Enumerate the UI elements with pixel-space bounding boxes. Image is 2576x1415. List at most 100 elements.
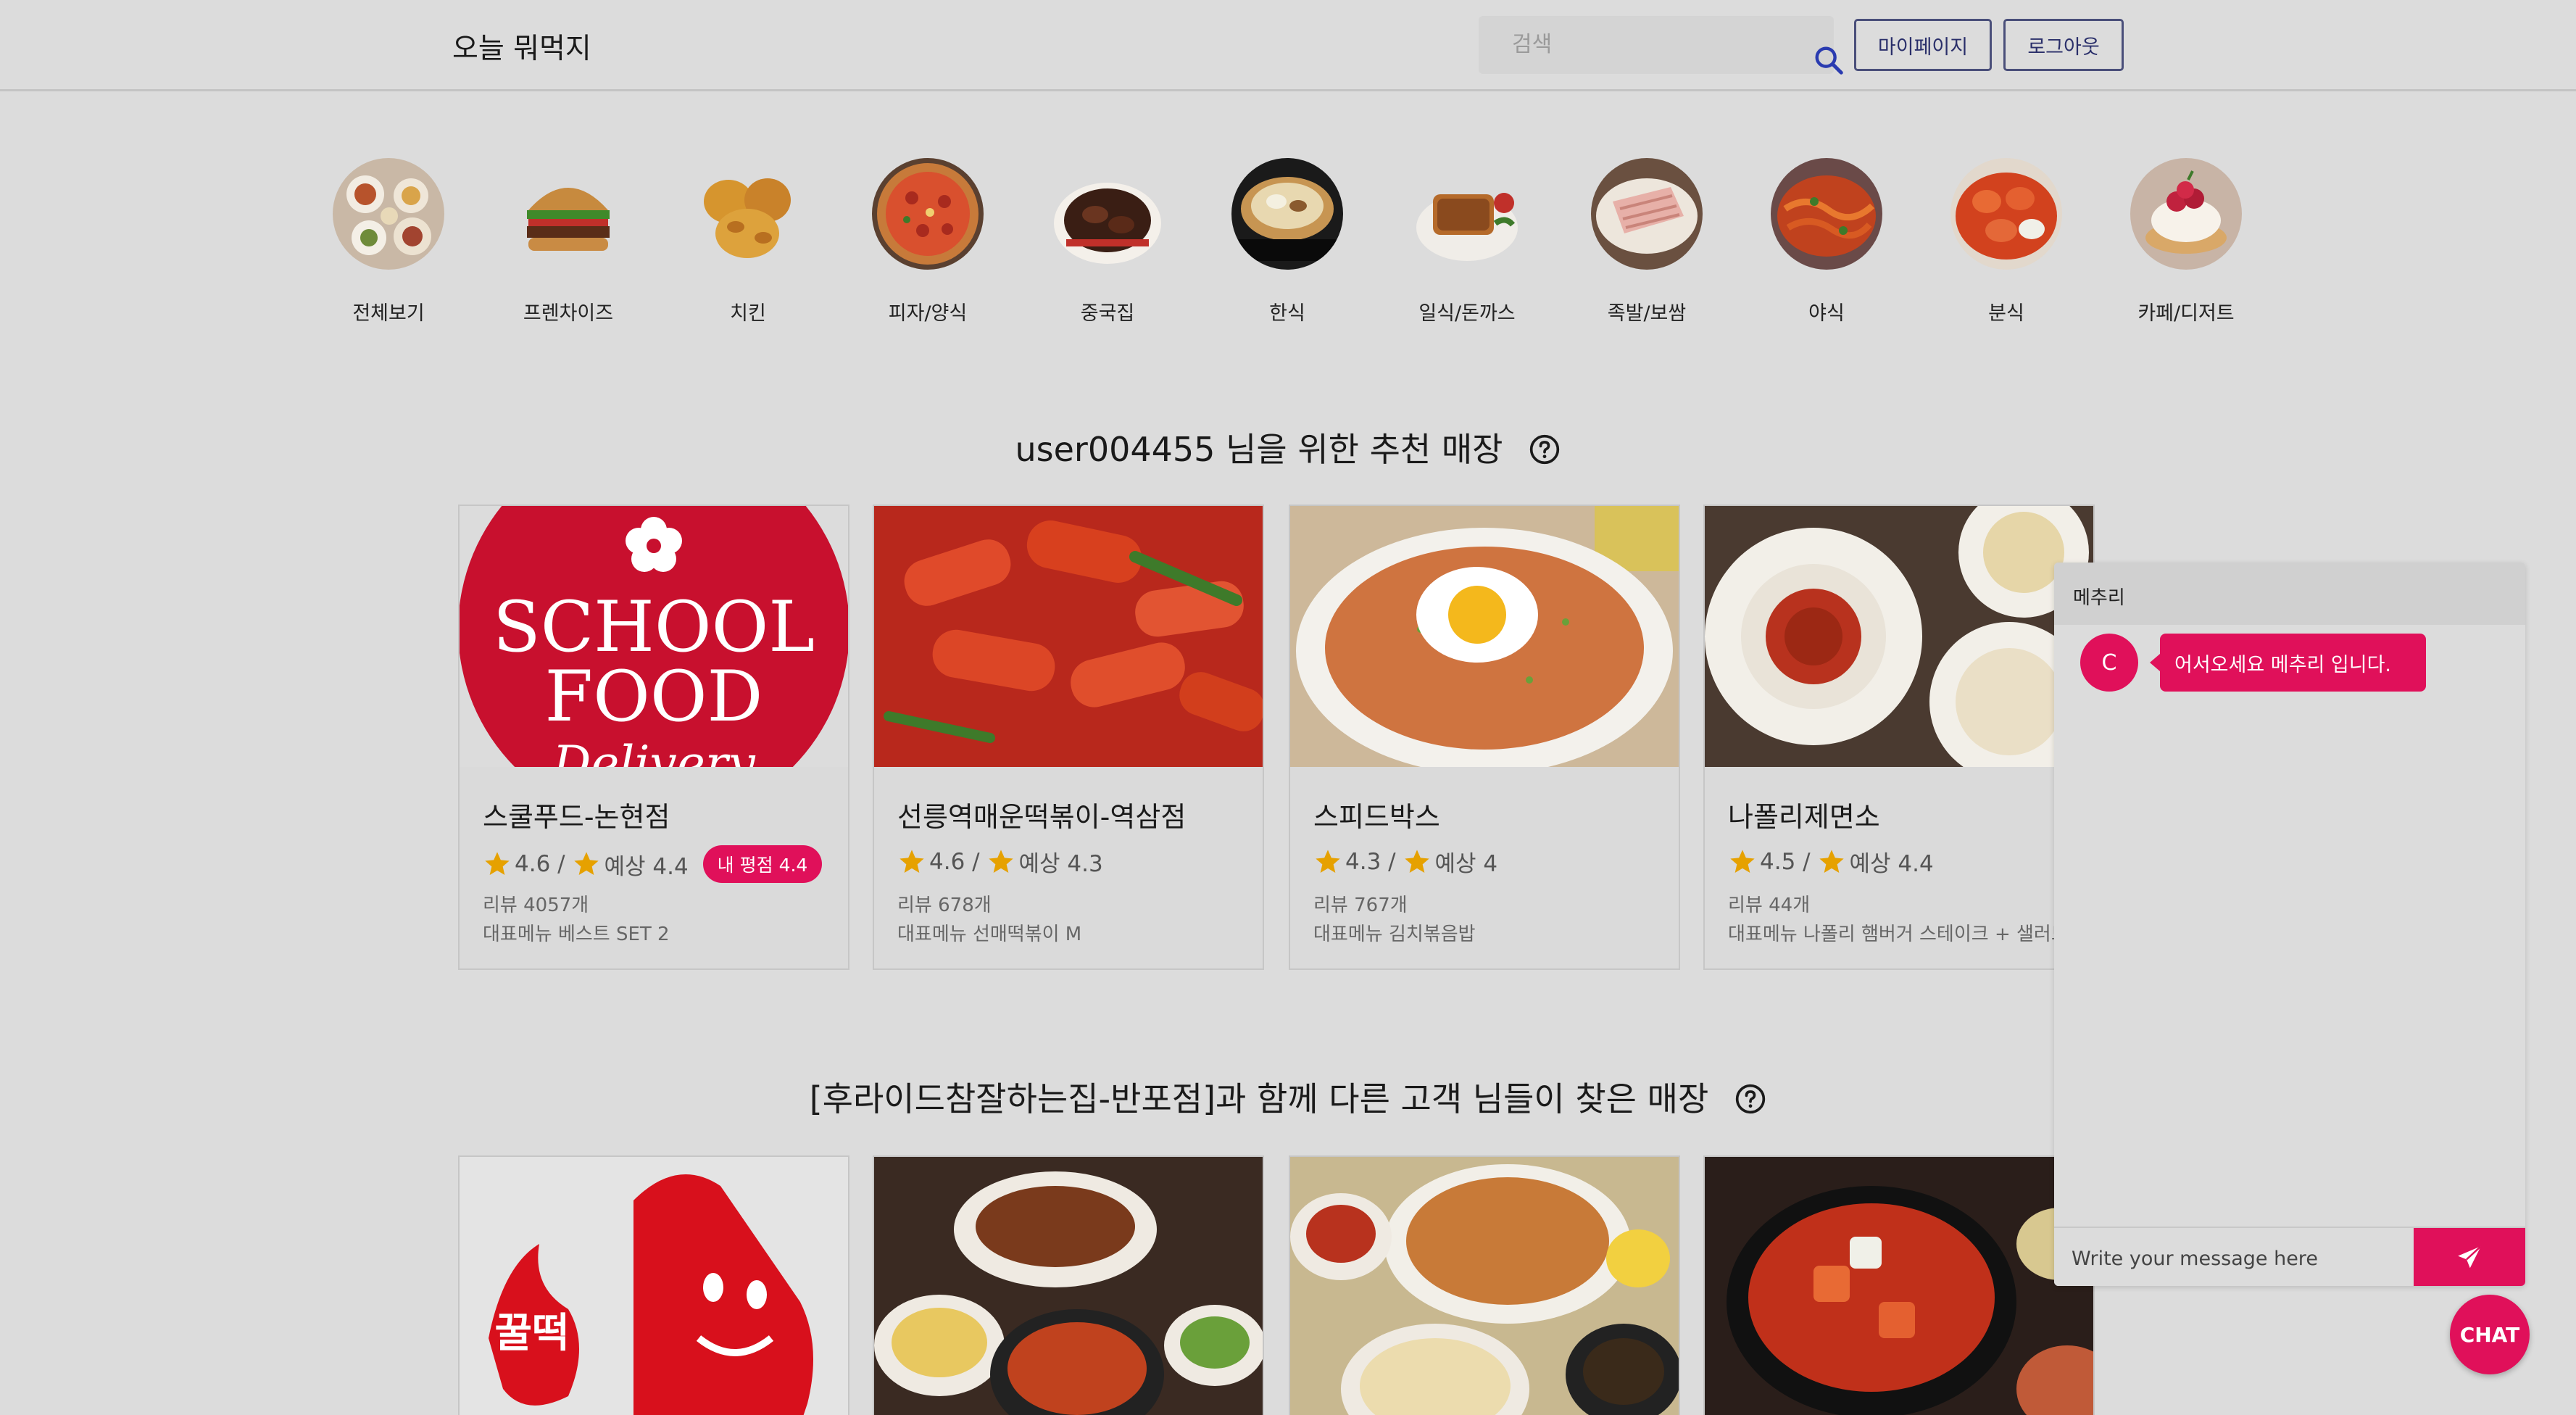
category-label: 한식 <box>1269 302 1305 325</box>
store-card[interactable]: 선릉역매운떡볶이-역삼점 4.6 / 예상 4.3 리뷰 678개 대표메뉴 선… <box>873 505 1264 970</box>
category-snack[interactable]: 분식 <box>1934 158 2079 325</box>
store-rating-row: 4.6 / 예상 4.4 내 평점 4.4 <box>483 845 823 883</box>
chat-input-row <box>2054 1227 2525 1286</box>
store-name: 선릉역매운떡볶이-역삼점 <box>897 801 1187 833</box>
category-jokbal-image <box>1591 158 1703 270</box>
store-card[interactable]: 스피드박스 4.3 / 예상 4 리뷰 767개 대표메뉴 김치볶음밥 <box>1289 505 1680 970</box>
store-expected-rating: 예상 4.3 <box>1018 851 1103 877</box>
store-name: 스피드박스 <box>1313 801 1440 833</box>
store-expected-rating: 예상 4.4 <box>604 853 689 880</box>
category-label: 전체보기 <box>352 302 425 325</box>
store-card[interactable] <box>1703 1155 2095 1415</box>
store-card[interactable]: SCHOOL FOOD Delivery 스쿨푸드-논현점 4.6 / 예상 4… <box>458 505 849 970</box>
chat-toggle-button[interactable]: CHAT <box>2450 1295 2530 1374</box>
store-card-image <box>1705 1157 2093 1415</box>
store-card[interactable] <box>1289 1155 1680 1415</box>
send-icon <box>2458 1245 2482 1269</box>
store-card-image: 꿀떡 <box>460 1157 848 1415</box>
star-icon <box>1819 849 1845 873</box>
store-rating-row: 4.6 / 예상 4.3 <box>897 845 1103 878</box>
category-label: 카페/디저트 <box>2137 302 2235 325</box>
category-label: 일식/돈까스 <box>1418 302 1516 325</box>
chat-avatar: C <box>2080 634 2138 692</box>
star-icon <box>1730 849 1755 873</box>
store-card-image <box>874 506 1263 767</box>
category-jokbal[interactable]: 족발/보쌈 <box>1574 158 1719 325</box>
category-snack-image <box>1950 158 2062 270</box>
star-icon <box>574 852 599 875</box>
chat-message-input[interactable] <box>2072 1242 2398 1274</box>
recommend-section-title: user004455 님을 위한 추천 매장 <box>0 423 2576 471</box>
related-title-text: [후라이드참잘하는집-반포점]과 함께 다른 고객 님들이 찾은 매장 <box>809 1079 1709 1119</box>
star-icon <box>1405 849 1430 873</box>
category-chinese-image <box>1052 158 1163 270</box>
store-card-image <box>1290 1157 1679 1415</box>
category-label: 치킨 <box>730 302 766 325</box>
store-card-image <box>1290 506 1679 767</box>
category-japanese[interactable]: 일식/돈까스 <box>1395 158 1540 325</box>
store-reviews: 리뷰 767개 <box>1313 895 1408 916</box>
store-menu: 대표메뉴 김치볶음밥 <box>1313 924 1476 945</box>
store-rating-row: 4.5 / 예상 4.4 <box>1728 845 1934 878</box>
top-header: 오늘 뭐먹지 마이페이지 로그아웃 <box>0 0 2576 91</box>
category-korean-image <box>1231 158 1343 270</box>
store-card[interactable]: 꿀떡 <box>458 1155 849 1415</box>
rating-separator: / <box>550 851 573 877</box>
category-latenight[interactable]: 야식 <box>1754 158 1899 325</box>
store-menu: 대표메뉴 선매떡볶이 M <box>897 924 1082 945</box>
store-card[interactable]: 나폴리제면소 4.5 / 예상 4.4 리뷰 44개 대표메뉴 나폴리 햄버거 … <box>1703 505 2095 970</box>
category-chicken[interactable]: 치킨 <box>676 158 820 325</box>
store-menu: 대표메뉴 나폴리 햄버거 스테이크 + 샐러드 <box>1728 924 2069 945</box>
rating-separator: / <box>965 848 987 875</box>
store-reviews: 리뷰 678개 <box>897 895 992 916</box>
category-franchise-image <box>512 158 624 270</box>
chat-window: 메추리 C 어서오세요 메추리 입니다. <box>2054 563 2525 1286</box>
category-cafe-image <box>2130 158 2242 270</box>
category-all-image <box>333 158 444 270</box>
chat-header: 메추리 <box>2054 563 2525 625</box>
store-card-image: SCHOOL FOOD Delivery <box>460 506 848 767</box>
category-pizza-image <box>872 158 984 270</box>
site-logo[interactable]: 오늘 뭐먹지 <box>452 26 591 67</box>
store-reviews: 리뷰 4057개 <box>483 895 589 916</box>
store-rating: 4.3 <box>1345 848 1382 875</box>
rating-separator: / <box>1381 848 1403 875</box>
search-input[interactable] <box>1512 29 1773 59</box>
schoolfood-logo-line3: Delivery <box>552 736 755 767</box>
store-card[interactable] <box>873 1155 1264 1415</box>
chat-message-bubble: 어서오세요 메추리 입니다. <box>2150 634 2426 692</box>
category-chinese[interactable]: 중국집 <box>1035 158 1180 325</box>
schoolfood-logo-line2: FOOD <box>545 656 763 737</box>
category-label: 족발/보쌈 <box>1607 302 1687 325</box>
mypage-button[interactable]: 마이페이지 <box>1854 19 1992 71</box>
category-label: 프렌차이즈 <box>523 302 614 325</box>
category-label: 야식 <box>1808 302 1845 325</box>
help-icon[interactable] <box>1734 1083 1766 1115</box>
category-cafe[interactable]: 카페/디저트 <box>2114 158 2259 325</box>
category-chicken-image <box>692 158 804 270</box>
recommend-title-text: user004455 님을 위한 추천 매장 <box>1015 430 1503 469</box>
my-rating-badge: 내 평점 4.4 <box>702 845 823 883</box>
search-box[interactable] <box>1479 16 1843 75</box>
help-icon[interactable] <box>1529 433 1561 465</box>
store-expected-rating: 예상 4.4 <box>1849 851 1934 877</box>
category-korean[interactable]: 한식 <box>1215 158 1360 325</box>
category-japanese-image <box>1411 158 1523 270</box>
store-rating: 4.6 <box>515 851 551 877</box>
logout-button[interactable]: 로그아웃 <box>2003 19 2124 71</box>
category-pizza[interactable]: 피자/양식 <box>855 158 1000 325</box>
star-icon <box>1316 849 1340 873</box>
search-icon[interactable] <box>1812 43 1845 77</box>
category-all[interactable]: 전체보기 <box>316 158 461 325</box>
store-menu: 대표메뉴 베스트 SET 2 <box>483 924 670 945</box>
store-card-image <box>874 1157 1263 1415</box>
send-button[interactable] <box>2414 1228 2525 1286</box>
category-label: 피자/양식 <box>888 302 968 325</box>
store-rating-row: 4.3 / 예상 4 <box>1313 845 1497 878</box>
category-latenight-image <box>1771 158 1882 270</box>
category-franchise[interactable]: 프렌차이즈 <box>496 158 641 325</box>
star-icon <box>989 849 1014 873</box>
star-icon <box>485 852 510 875</box>
rating-separator: / <box>1795 848 1818 875</box>
store-expected-rating: 예상 4 <box>1434 851 1498 877</box>
